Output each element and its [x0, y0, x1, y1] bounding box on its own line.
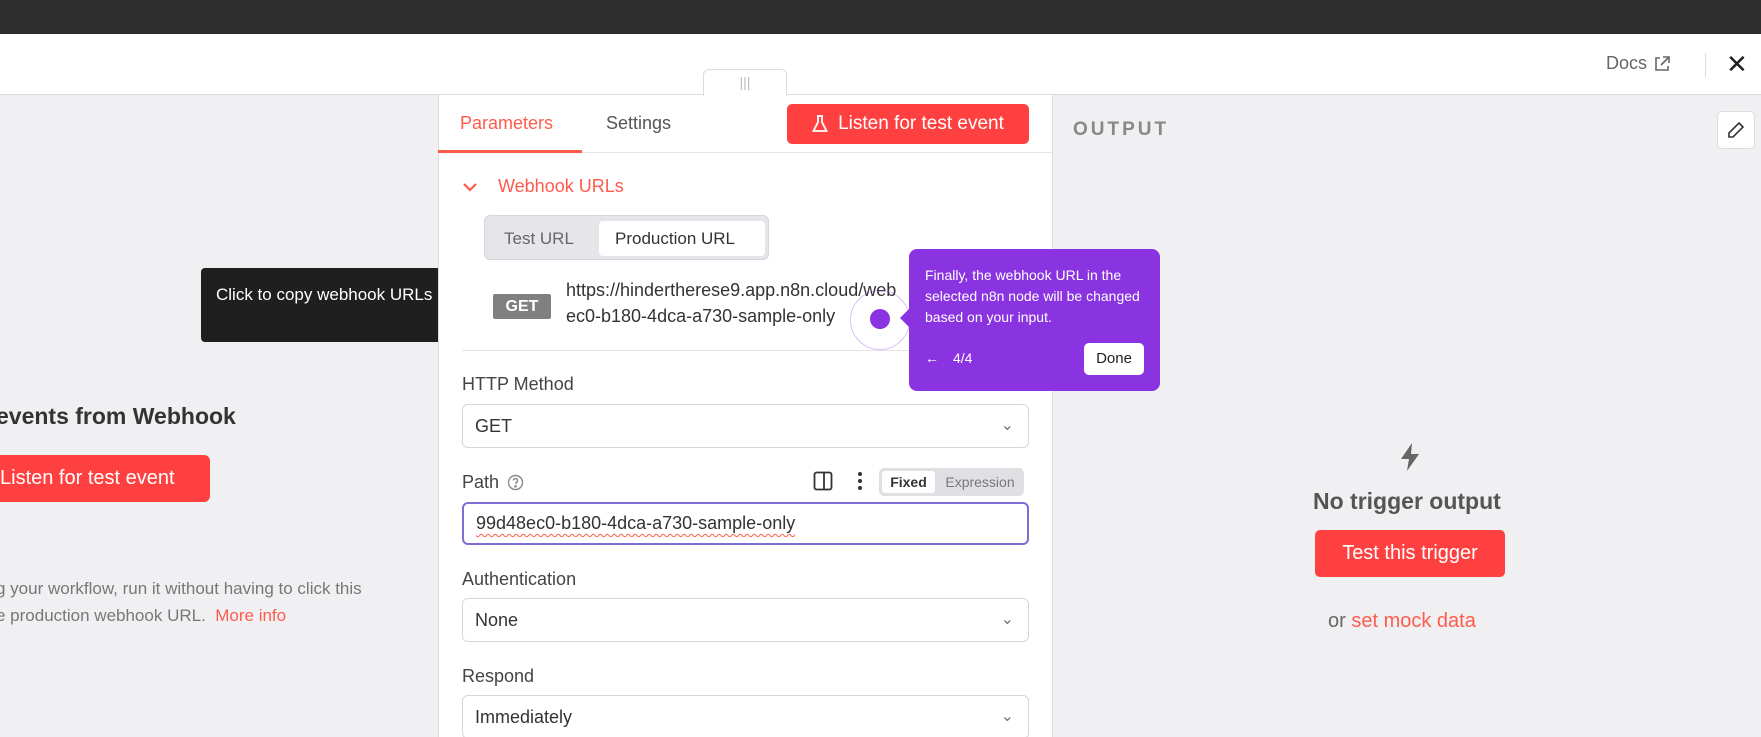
tab-parameters[interactable]: Parameters — [460, 113, 553, 134]
authentication-select[interactable]: None ⌄ — [462, 598, 1029, 642]
more-options-icon[interactable] — [856, 471, 864, 491]
help-circle-icon[interactable] — [507, 474, 524, 491]
expand-panel-icon[interactable] — [813, 471, 833, 491]
docs-link[interactable]: Docs — [1606, 53, 1671, 74]
left-description: g your workflow, run it without having t… — [0, 575, 416, 629]
webhook-url-line-1[interactable]: https://hindertherese9.app.n8n.cloud/web — [566, 280, 896, 301]
tour-nav: ← 4/4 — [925, 350, 972, 366]
edit-output-button[interactable] — [1717, 111, 1755, 149]
set-mock-data-link[interactable]: set mock data — [1351, 610, 1476, 632]
url-type-toggle: Test URL Production URL — [484, 215, 769, 260]
header-divider — [1705, 53, 1706, 77]
tour-popover: Finally, the webhook URL in the selected… — [900, 249, 1160, 391]
authentication-value: None — [475, 610, 519, 630]
chevron-down-icon — [463, 182, 477, 192]
http-method-label: HTTP Method — [462, 374, 574, 394]
app-topbar — [0, 0, 1761, 34]
path-input[interactable]: 99d48ec0-b180-4dca-a730-sample-only — [462, 502, 1029, 545]
output-title: OUTPUT — [1073, 119, 1170, 140]
drag-handle[interactable]: ||| — [703, 69, 787, 96]
tab-settings[interactable]: Settings — [606, 113, 671, 134]
left-listen-button[interactable]: Listen for test event — [0, 455, 210, 502]
http-method-value: GET — [475, 416, 513, 436]
docs-label: Docs — [1605, 53, 1647, 73]
mock-data-line: or set mock data — [1328, 610, 1476, 633]
active-tab-underline — [438, 150, 582, 153]
path-label: Path — [462, 472, 500, 492]
back-arrow-icon[interactable]: ← — [925, 350, 939, 366]
fixed-expression-toggle: Fixed Expression — [879, 468, 1024, 496]
expression-option[interactable]: Expression — [938, 471, 1022, 493]
test-url-option[interactable]: Test URL — [488, 221, 590, 256]
tour-text: Finally, the webhook URL in the selected… — [925, 267, 1140, 325]
http-method-select[interactable]: GET ⌄ — [462, 404, 1029, 448]
or-text: or — [1328, 610, 1346, 632]
no-trigger-output: No trigger output — [1313, 488, 1501, 514]
desc-line-1: g your workflow, run it without having t… — [0, 579, 362, 598]
more-info-link[interactable]: More info — [215, 606, 286, 625]
path-value: 99d48ec0-b180-4dca-a730-sample-only — [476, 513, 796, 533]
respond-label: Respond — [462, 666, 535, 686]
method-badge: GET — [493, 294, 551, 319]
copy-url-tooltip: Click to copy webhook URLs — [201, 268, 474, 342]
test-trigger-button[interactable]: Test this trigger — [1315, 530, 1505, 577]
external-link-icon — [1655, 55, 1670, 71]
modal-header — [0, 34, 1761, 95]
chevron-down-icon: ⌄ — [1000, 417, 1014, 434]
webhook-urls-section[interactable]: Webhook URLs — [462, 176, 624, 197]
listen-test-event-button[interactable]: Listen for test event — [787, 104, 1029, 144]
left-panel-title: events from Webhook — [0, 403, 236, 429]
production-url-option[interactable]: Production URL — [599, 221, 765, 256]
desc-line-2-text: e production webhook URL. — [0, 606, 206, 625]
chevron-down-icon: ⌄ — [1000, 708, 1014, 725]
fixed-option[interactable]: Fixed — [882, 471, 935, 493]
flask-icon — [812, 115, 829, 132]
listen-label: Listen for test event — [838, 113, 1004, 134]
chevron-down-icon: ⌄ — [1000, 611, 1014, 628]
tour-beacon — [870, 309, 890, 329]
authentication-label: Authentication — [462, 569, 577, 589]
tour-step: 4/4 — [953, 350, 973, 366]
webhook-url-line-2[interactable]: ec0-b180-4dca-a730-sample-only — [566, 306, 835, 327]
respond-select[interactable]: Immediately ⌄ — [462, 695, 1029, 737]
pencil-icon — [1728, 121, 1745, 138]
section-label: Webhook URLs — [498, 176, 624, 196]
path-label-row: Path — [462, 472, 524, 493]
desc-line-2: e production webhook URL. More info — [0, 602, 416, 629]
lightning-icon — [1401, 443, 1419, 471]
close-icon[interactable]: ✕ — [1726, 50, 1748, 78]
respond-value: Immediately — [475, 707, 573, 727]
output-panel — [1053, 95, 1761, 737]
done-button[interactable]: Done — [1084, 343, 1144, 375]
